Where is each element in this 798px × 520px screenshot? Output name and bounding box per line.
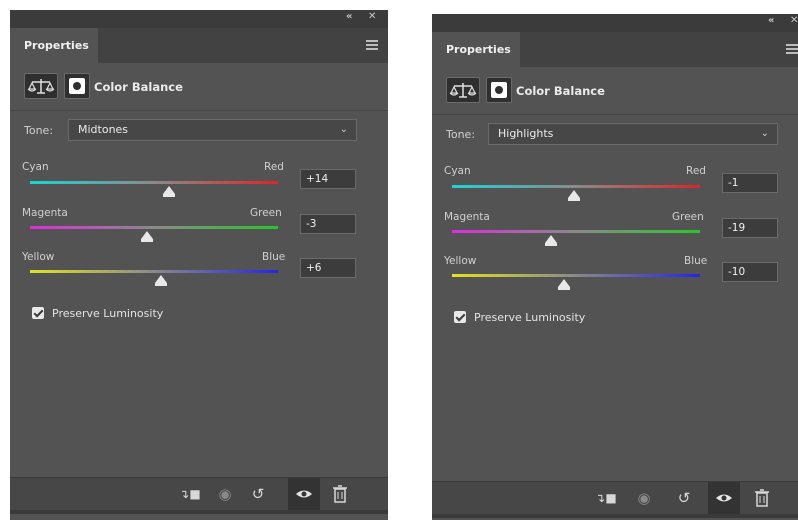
magenta-green-slider-track[interactable] — [30, 226, 278, 229]
collapse-panel-icon[interactable]: « — [768, 15, 774, 26]
tone-selected-value: Midtones — [78, 123, 129, 136]
reset-icon[interactable]: ↺ — [246, 478, 270, 510]
yellow-blue-slider-track[interactable] — [452, 274, 700, 277]
divider — [10, 110, 388, 111]
view-previous-state-icon[interactable]: ◉ — [213, 478, 237, 510]
slider-yellow-label: Yellow — [22, 251, 55, 263]
preserve-luminosity-checkbox[interactable] — [32, 307, 44, 319]
yellow-blue-slider-track[interactable] — [30, 270, 278, 273]
tone-dropdown[interactable]: Midtones ⌄ — [68, 119, 357, 141]
visibility-eye-icon[interactable] — [288, 478, 320, 510]
cyan-red-slider-track[interactable] — [30, 181, 278, 184]
slider-magenta-label: Magenta — [444, 211, 490, 223]
tone-dropdown[interactable]: Highlights ⌄ — [488, 123, 778, 145]
cyan-red-slider-track[interactable] — [452, 185, 700, 188]
tab-properties[interactable]: Properties — [10, 28, 98, 63]
reset-icon[interactable]: ↺ — [672, 482, 696, 514]
magenta-green-slider-track[interactable] — [452, 230, 700, 233]
preserve-luminosity-label: Preserve Luminosity — [474, 311, 586, 324]
slider-blue-label: Blue — [684, 255, 708, 267]
trash-icon[interactable] — [750, 482, 774, 514]
properties-panel-highlights: « ✕ Properties Color Balance Tone: Highl… — [432, 14, 798, 520]
magenta-green-slider-thumb[interactable] — [140, 231, 153, 242]
slider-red-label: Red — [264, 161, 284, 173]
slider-cyan-label: Cyan — [444, 165, 471, 177]
magenta-green-value-input[interactable]: -19 — [722, 218, 778, 238]
trash-icon[interactable] — [328, 478, 352, 510]
preserve-luminosity-label: Preserve Luminosity — [52, 307, 164, 320]
slider-red-label: Red — [686, 165, 706, 177]
slider-green-label: Green — [672, 211, 704, 223]
panel-bottom-edge — [432, 514, 798, 518]
slider-blue-label: Blue — [262, 251, 286, 263]
slider-cyan-label: Cyan — [22, 161, 49, 173]
close-panel-icon[interactable]: ✕ — [790, 15, 798, 26]
slider-green-label: Green — [250, 207, 282, 219]
cyan-red-slider-thumb[interactable] — [567, 190, 580, 201]
slider-yellow-label: Yellow — [444, 255, 477, 267]
panel-footer: ↴■ ◉ ↺ — [432, 481, 798, 514]
chevron-down-icon: ⌄ — [339, 124, 348, 135]
cyan-red-slider-thumb[interactable] — [162, 186, 175, 197]
clip-to-layer-icon[interactable]: ↴■ — [178, 478, 202, 510]
panel-title-strip: « ✕ — [10, 10, 388, 28]
adjustment-header — [446, 77, 526, 103]
tone-label: Tone: — [24, 124, 54, 137]
close-panel-icon[interactable]: ✕ — [368, 11, 376, 22]
yellow-blue-slider-thumb[interactable] — [557, 279, 570, 290]
tab-properties[interactable]: Properties — [432, 32, 520, 67]
layer-mask-icon[interactable] — [486, 77, 512, 103]
collapse-panel-icon[interactable]: « — [346, 11, 352, 22]
layer-mask-icon[interactable] — [64, 73, 90, 99]
tone-label: Tone: — [446, 128, 476, 141]
adjustment-title: Color Balance — [516, 84, 605, 98]
tab-row: Properties — [10, 28, 388, 63]
yellow-blue-slider-thumb[interactable] — [155, 275, 168, 286]
magenta-green-slider-thumb[interactable] — [545, 235, 558, 246]
clip-to-layer-icon[interactable]: ↴■ — [594, 482, 618, 514]
magenta-green-value-input[interactable]: -3 — [300, 214, 356, 234]
tab-row: Properties — [432, 32, 798, 67]
adjustment-title: Color Balance — [94, 80, 183, 94]
panel-menu-icon[interactable] — [366, 40, 378, 50]
cyan-red-value-input[interactable]: -1 — [722, 173, 778, 193]
preserve-luminosity-checkbox[interactable] — [454, 311, 466, 323]
chevron-down-icon: ⌄ — [760, 128, 769, 139]
visibility-eye-icon[interactable] — [708, 482, 740, 514]
yellow-blue-value-input[interactable]: +6 — [300, 258, 356, 278]
panel-menu-icon[interactable] — [786, 44, 798, 54]
yellow-blue-value-input[interactable]: -10 — [722, 262, 778, 282]
cyan-red-value-input[interactable]: +14 — [300, 169, 356, 189]
adjustment-header — [24, 73, 104, 99]
panel-title-strip: « ✕ — [432, 14, 798, 32]
panel-footer: ↴■ ◉ ↺ — [10, 477, 388, 510]
divider — [432, 114, 798, 115]
panel-bottom-edge — [10, 510, 388, 514]
color-balance-icon[interactable] — [446, 77, 480, 103]
view-previous-state-icon[interactable]: ◉ — [632, 482, 656, 514]
tone-selected-value: Highlights — [498, 127, 554, 140]
color-balance-icon[interactable] — [24, 73, 58, 99]
properties-panel-midtones: « ✕ Properties Color Balance Tone: Midto… — [10, 10, 388, 520]
slider-magenta-label: Magenta — [22, 207, 68, 219]
